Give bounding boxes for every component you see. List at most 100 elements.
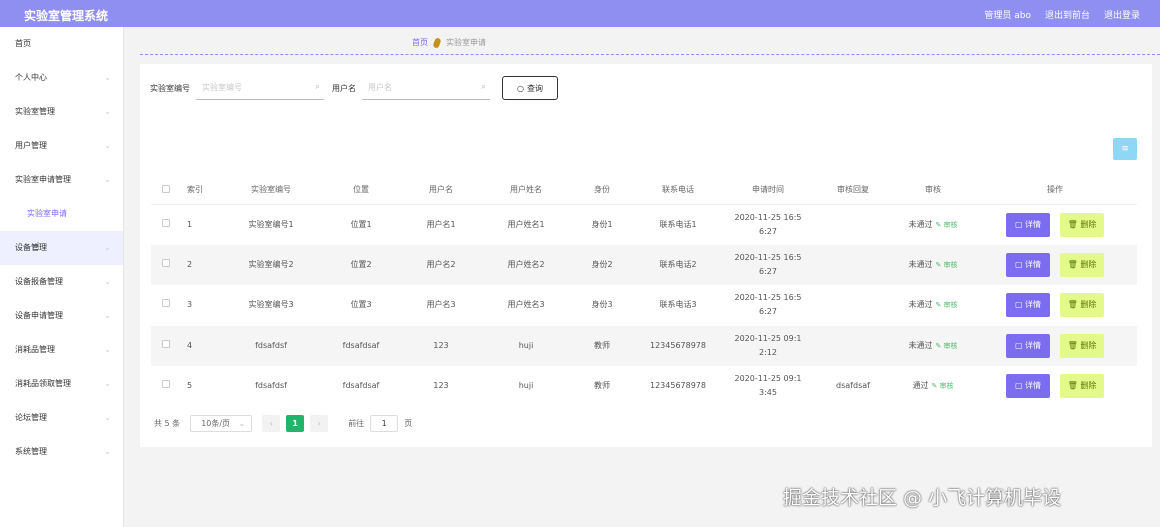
- column-header: 审核: [893, 176, 973, 205]
- checkbox-icon[interactable]: [162, 299, 170, 308]
- delete-button[interactable]: 🗑 删除: [1060, 252, 1104, 277]
- review-link[interactable]: ✎ 审核: [935, 342, 957, 350]
- sidebar-item[interactable]: 首页: [0, 27, 123, 61]
- column-header: 身份: [571, 176, 633, 205]
- column-header: 索引: [181, 176, 221, 205]
- column-header: 操作: [973, 176, 1137, 205]
- sidebar-item-label: 首页: [15, 39, 31, 48]
- cell-reply: [813, 285, 893, 326]
- detail-button[interactable]: ▢ 详情: [1006, 252, 1050, 277]
- goto-label: 前往: [348, 419, 365, 428]
- cell-index: 2: [181, 244, 221, 285]
- lab-number-input[interactable]: [196, 76, 324, 99]
- checkbox-icon[interactable]: [162, 380, 170, 389]
- review-link[interactable]: ✎ 审核: [935, 261, 957, 269]
- detail-icon: ▢: [1014, 259, 1026, 269]
- detail-button[interactable]: ▢ 详情: [1006, 293, 1050, 318]
- row-select[interactable]: [151, 204, 181, 245]
- review-link[interactable]: ✎ 审核: [935, 301, 957, 309]
- chevron-down-icon: ⌄: [104, 311, 111, 320]
- checkbox-icon[interactable]: [162, 258, 170, 267]
- cell-identity: 身份2: [571, 244, 633, 285]
- breadcrumb: 首页 实验室申请: [412, 36, 486, 49]
- cell-phone: 联系电话1: [659, 219, 697, 229]
- delete-button[interactable]: 🗑 删除: [1060, 293, 1104, 318]
- cell-status: 未通过 ✎ 审核: [893, 285, 973, 326]
- row-select[interactable]: [151, 244, 181, 285]
- add-button[interactable]: ≡: [1113, 138, 1137, 160]
- lab-number-label: 实验室编号: [150, 83, 190, 93]
- breadcrumb-current: 实验室申请: [446, 38, 486, 47]
- search-icon: ⌕: [480, 82, 486, 92]
- sidebar-item[interactable]: 系统管理 ⌄: [0, 435, 123, 469]
- sidebar-item[interactable]: 用户管理 ⌄: [0, 129, 123, 163]
- sidebar-item[interactable]: 设备报备管理 ⌄: [0, 265, 123, 299]
- table-header: 索引 实验室编号 位置 用户名 用户姓名 身份 联系电话 申请时间 审核回复 审…: [151, 176, 1137, 205]
- cell-status: 未通过 ✎ 审核: [893, 204, 973, 245]
- sidebar-item[interactable]: 论坛管理 ⌄: [0, 401, 123, 435]
- logout-link[interactable]: 退出登录: [1104, 8, 1140, 21]
- username-field[interactable]: ⌕: [362, 76, 490, 100]
- sidebar-item[interactable]: 个人中心 ⌄: [0, 61, 123, 95]
- review-link[interactable]: ✎ 审核: [931, 382, 953, 390]
- sidebar-item[interactable]: 消耗品领取管理 ⌄: [0, 367, 123, 401]
- checkbox-icon[interactable]: [162, 218, 170, 227]
- checkbox-icon[interactable]: [162, 339, 170, 348]
- status-text: 未通过: [908, 219, 933, 229]
- sidebar-item-label: 个人中心: [15, 73, 47, 82]
- row-select[interactable]: [151, 285, 181, 326]
- chevron-down-icon: ⌄: [104, 413, 111, 422]
- cell-status: 未通过 ✎ 审核: [893, 325, 973, 366]
- column-header: 联系电话: [633, 176, 723, 205]
- row-select[interactable]: [151, 366, 181, 407]
- breadcrumb-home[interactable]: 首页: [412, 37, 428, 48]
- table-row: 3 实验室编号3 位置3 用户名3 用户姓名3 身份3 联系电话3 2020-11-25 16…: [151, 285, 1137, 326]
- cell-location: fdsafdsaf: [321, 325, 401, 366]
- sidebar-item[interactable]: 实验室申请: [0, 197, 123, 231]
- sidebar-item[interactable]: 消耗品管理 ⌄: [0, 333, 123, 367]
- trash-icon: 🗑: [1067, 219, 1081, 229]
- username-input[interactable]: [362, 76, 490, 99]
- detail-button[interactable]: ▢ 详情: [1006, 333, 1050, 358]
- chevron-down-icon: ⌄: [104, 73, 111, 82]
- row-select[interactable]: [151, 325, 181, 366]
- sidebar-item[interactable]: 实验室申请管理 ⌄: [0, 163, 123, 197]
- lab-number-field[interactable]: ⌕: [196, 76, 324, 100]
- cell-time-text: 2020-11-25 16:56:27: [734, 252, 802, 276]
- front-link[interactable]: 退出到前台: [1045, 8, 1090, 21]
- delete-button[interactable]: 🗑 删除: [1060, 374, 1104, 399]
- separator-icon: [432, 36, 442, 49]
- chevron-down-icon: ⌄: [104, 379, 111, 388]
- page-number-button[interactable]: 1: [286, 415, 305, 432]
- cell-time: 2020-11-25 16:56:27: [723, 285, 813, 326]
- cell-username: 用户名2: [401, 244, 481, 285]
- header-actions: 管理员 abo 退出到前台 退出登录: [984, 8, 1140, 21]
- cell-lab: 实验室编号2: [221, 244, 321, 285]
- cell-identity: 教师: [594, 381, 610, 391]
- divider: [140, 54, 1160, 55]
- chevron-down-icon: ⌄: [104, 141, 111, 150]
- cell-actions: ▢ 详情 🗑 删除: [973, 244, 1137, 285]
- delete-button[interactable]: 🗑 删除: [1060, 333, 1104, 358]
- username-label: 用户名: [332, 83, 356, 93]
- search-button[interactable]: ○ 查询: [502, 76, 558, 100]
- sidebar-item-label: 实验室管理: [15, 107, 55, 116]
- prev-page-button[interactable]: ‹: [262, 415, 281, 432]
- sidebar-item[interactable]: 设备管理 ⌄: [0, 231, 123, 265]
- review-link-label: 审核: [943, 260, 958, 269]
- detail-label: 详情: [1025, 259, 1042, 269]
- delete-button[interactable]: 🗑 删除: [1060, 212, 1104, 237]
- next-page-button[interactable]: ›: [310, 415, 329, 432]
- detail-button[interactable]: ▢ 详情: [1006, 374, 1050, 399]
- cell-reply: dsafdsaf: [836, 381, 870, 391]
- cell-reply: [813, 244, 893, 285]
- review-link[interactable]: ✎ 审核: [935, 221, 957, 229]
- checkbox-icon[interactable]: [162, 184, 170, 193]
- select-all-header[interactable]: [151, 176, 181, 205]
- sidebar-item[interactable]: 实验室管理 ⌄: [0, 95, 123, 129]
- cell-actions: ▢ 详情 🗑 删除: [973, 285, 1137, 326]
- page-size-select[interactable]: 10条/页 ⌄: [190, 415, 253, 432]
- goto-input[interactable]: 1: [370, 415, 399, 432]
- sidebar-item[interactable]: 设备申请管理 ⌄: [0, 299, 123, 333]
- detail-button[interactable]: ▢ 详情: [1006, 212, 1050, 237]
